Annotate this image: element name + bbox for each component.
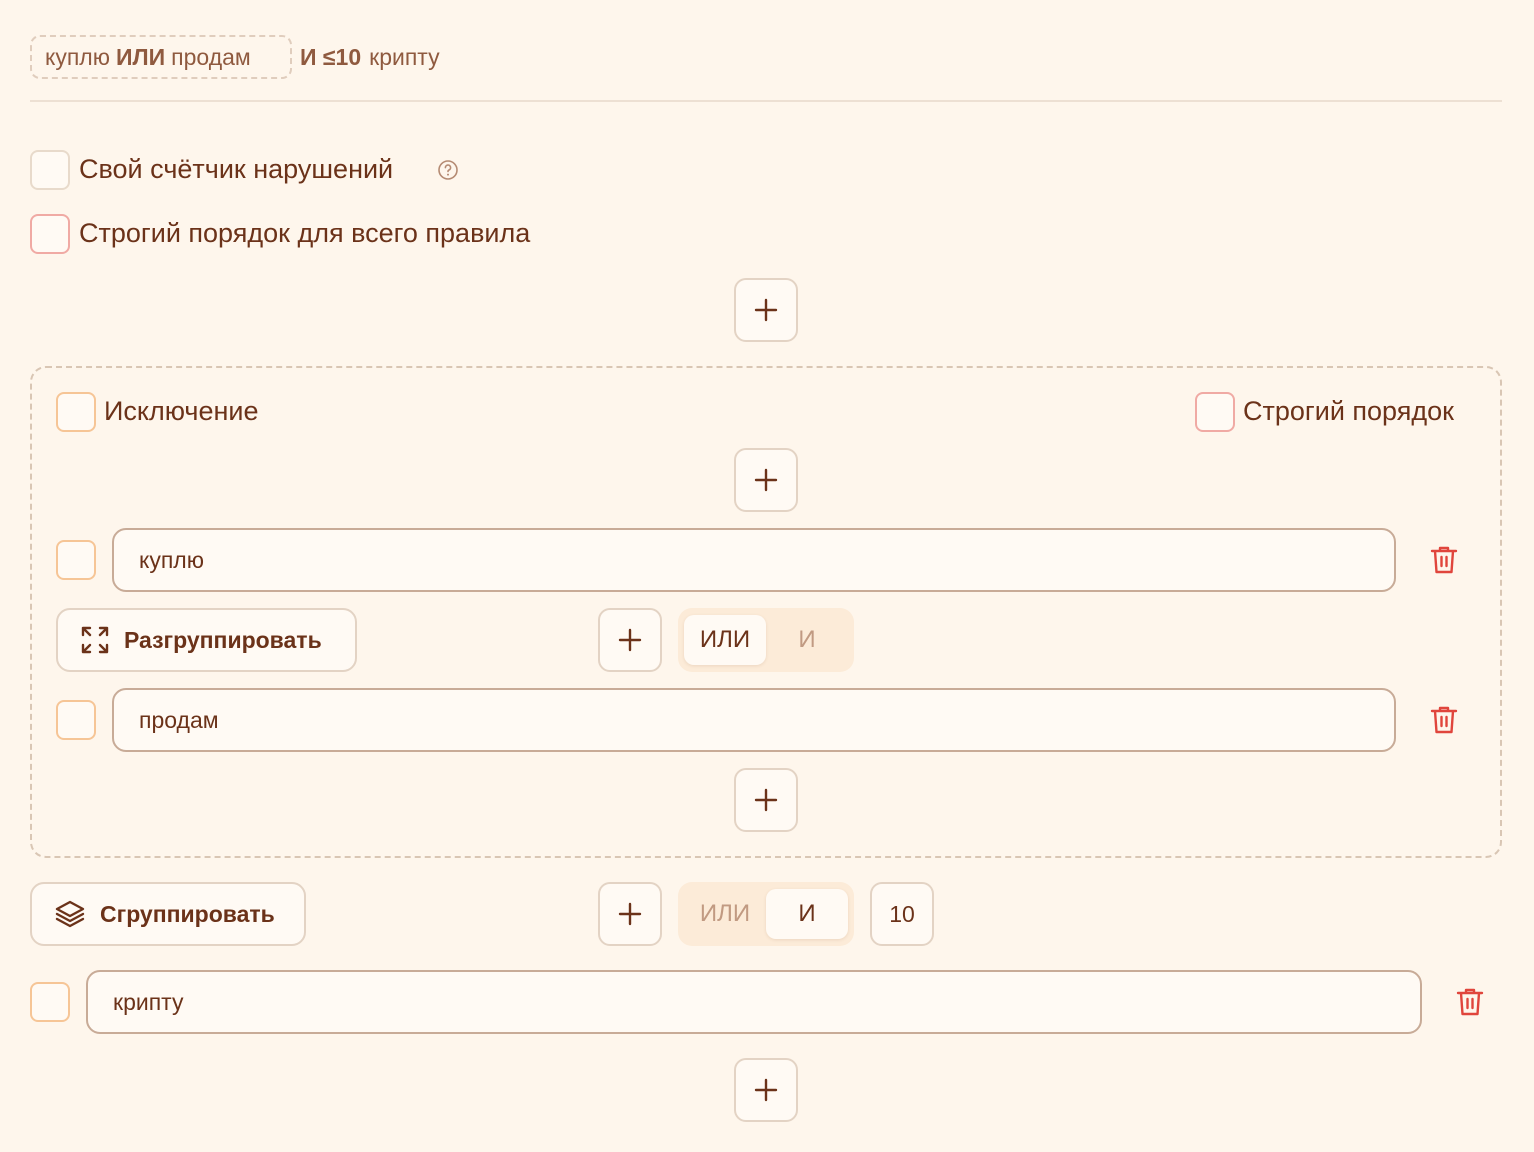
plus-icon	[754, 1078, 778, 1102]
summary-group-chip[interactable]: куплю ИЛИ продам	[30, 35, 292, 79]
count-value: 10	[889, 900, 915, 927]
toggle-and-option[interactable]: И	[766, 615, 848, 665]
term-text: продам	[139, 706, 219, 733]
divider	[30, 100, 1502, 102]
group-strict-order-checkbox[interactable]	[1195, 392, 1235, 432]
group-logic-toggle: ИЛИ И	[678, 608, 854, 672]
trash-icon[interactable]	[1429, 704, 1459, 736]
add-item-button[interactable]	[598, 608, 662, 672]
term-text: крипту	[113, 988, 184, 1015]
term-input[interactable]: крипту	[86, 970, 1422, 1034]
summary-operator: ИЛИ	[115, 43, 166, 70]
trash-icon[interactable]	[1455, 986, 1485, 1018]
add-item-button[interactable]	[734, 278, 798, 342]
toggle-or-option[interactable]: ИЛИ	[684, 889, 766, 939]
own-counter-checkbox[interactable]	[30, 150, 70, 190]
strict-order-rule-label: Строгий порядок для всего правила	[79, 218, 531, 248]
expand-icon	[81, 626, 109, 654]
term-input[interactable]: продам	[112, 688, 1396, 752]
plus-icon	[618, 628, 642, 652]
trash-icon[interactable]	[1429, 544, 1459, 576]
own-counter-label: Свой счётчик нарушений	[79, 154, 394, 184]
add-item-button[interactable]	[734, 1058, 798, 1122]
term-checkbox[interactable]	[30, 982, 70, 1022]
summary-word: крипту	[369, 43, 440, 70]
summary-word: продам	[171, 43, 251, 70]
term-text: куплю	[139, 546, 204, 573]
exception-checkbox[interactable]	[56, 392, 96, 432]
term-input[interactable]: куплю	[112, 528, 1396, 592]
plus-icon	[754, 788, 778, 812]
plus-icon	[754, 298, 778, 322]
group-button[interactable]: Сгруппировать	[30, 882, 306, 946]
ungroup-label: Разгруппировать	[124, 626, 322, 653]
ungroup-button[interactable]: Разгруппировать	[56, 608, 357, 672]
count-input[interactable]: 10	[870, 882, 934, 946]
group-strict-order-label: Строгий порядок	[1243, 396, 1454, 426]
exception-label: Исключение	[104, 396, 259, 426]
strict-order-rule-checkbox[interactable]	[30, 214, 70, 254]
term-checkbox[interactable]	[56, 540, 96, 580]
summary-operator: И ≤10	[300, 43, 362, 70]
summary-word: куплю	[45, 43, 110, 70]
toggle-or-option[interactable]: ИЛИ	[684, 615, 766, 665]
add-item-button[interactable]	[734, 448, 798, 512]
add-item-button[interactable]	[734, 768, 798, 832]
toggle-and-option[interactable]: И	[766, 889, 848, 939]
summary-rest: И ≤10 крипту	[300, 42, 440, 72]
outer-logic-toggle: ИЛИ И	[678, 882, 854, 946]
group-label: Сгруппировать	[100, 900, 275, 927]
add-item-button[interactable]	[598, 882, 662, 946]
plus-icon	[754, 468, 778, 492]
layers-icon	[55, 900, 85, 928]
plus-icon	[618, 902, 642, 926]
help-icon[interactable]	[437, 159, 459, 181]
term-checkbox[interactable]	[56, 700, 96, 740]
